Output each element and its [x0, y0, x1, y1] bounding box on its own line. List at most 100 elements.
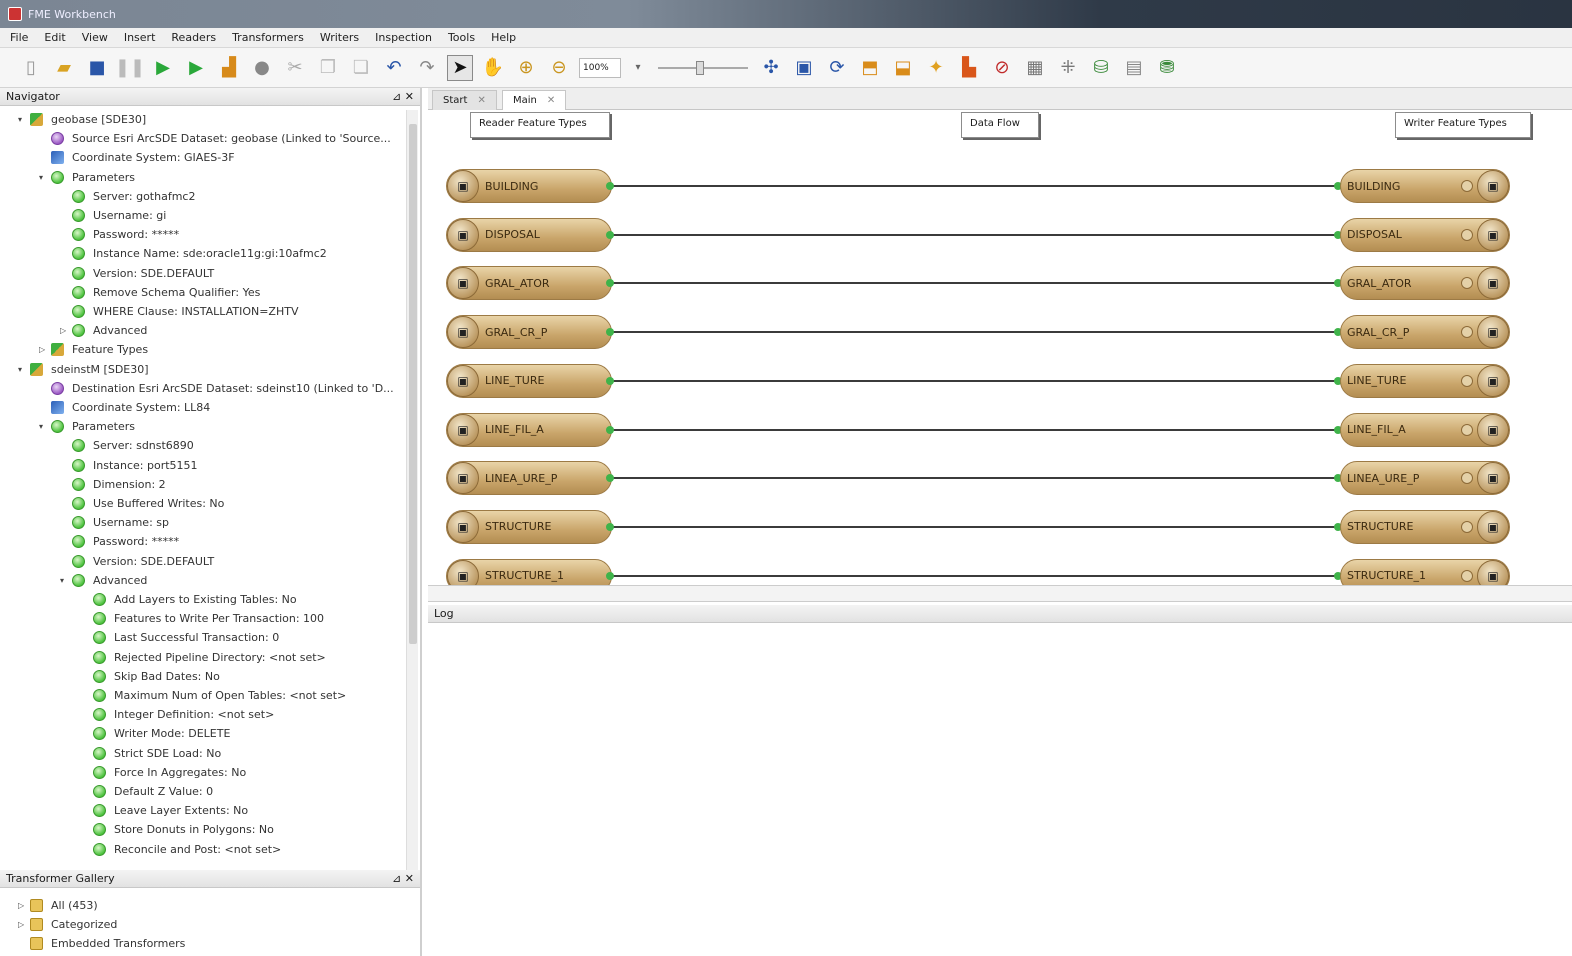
gallery-item-embedded[interactable]: Embedded Transformers	[18, 934, 185, 953]
expand-icon[interactable]: ▷	[18, 920, 28, 929]
tab-start[interactable]: Start ✕	[432, 90, 497, 110]
navigator-scroll-thumb[interactable]	[409, 124, 417, 644]
close-icon[interactable]: ✕	[477, 95, 485, 106]
refresh-view-icon[interactable]: ⟳	[824, 55, 850, 81]
connection-line[interactable]	[610, 282, 1340, 285]
attribute-toggle-icon[interactable]	[1461, 326, 1473, 339]
menu-tools[interactable]: Tools	[448, 31, 475, 44]
attribute-toggle-icon[interactable]	[1461, 180, 1473, 192]
expand-icon[interactable]: ▾	[18, 365, 28, 374]
tree-node[interactable]: Skip Bad Dates: No	[81, 667, 220, 686]
reader-feature-type[interactable]: ▣ LINE_FIL_A	[446, 412, 612, 447]
tree-node[interactable]: Server: gothafmc2	[60, 187, 195, 206]
open-folder-icon[interactable]: ▰	[51, 55, 77, 81]
tree-node[interactable]: Features to Write Per Transaction: 100	[81, 609, 324, 628]
writer-feature-type[interactable]: LINE_TURE ▣	[1340, 363, 1510, 398]
pin-close-icon[interactable]: ⊿ ✕	[392, 88, 414, 106]
connection-start-port[interactable]	[606, 279, 614, 288]
zoom-dropdown-icon[interactable]: ▾	[625, 55, 651, 81]
connection-start-port[interactable]	[606, 376, 614, 385]
tree-node[interactable]: ▾ Advanced	[60, 571, 147, 590]
add-feature-type-icon[interactable]: ▙	[956, 55, 982, 81]
reader-feature-type[interactable]: ▣ LINEA_URE_P	[446, 461, 612, 496]
expand-icon[interactable]: ▷	[39, 345, 49, 354]
expand-icon[interactable]: ▾	[39, 173, 49, 182]
menu-inspection[interactable]: Inspection	[375, 31, 432, 44]
connection-start-port[interactable]	[606, 328, 614, 337]
attribute-toggle-icon[interactable]	[1461, 472, 1473, 485]
menu-insert[interactable]: Insert	[124, 31, 156, 44]
connection-start-port[interactable]	[606, 425, 614, 434]
writer-feature-type[interactable]: STRUCTURE ▣	[1340, 509, 1510, 544]
reader-feature-type[interactable]: ▣ STRUCTURE_1	[446, 558, 612, 585]
tree-node[interactable]: Password: *****	[60, 532, 179, 551]
add-transformer-icon[interactable]: ✦	[923, 55, 949, 81]
copy-icon[interactable]: ❐	[315, 55, 341, 81]
reader-feature-type[interactable]: ▣ GRAL_ATOR	[446, 266, 612, 301]
writer-feature-type[interactable]: GRAL_ATOR ▣	[1340, 266, 1510, 301]
tree-node[interactable]: Username: sp	[60, 513, 169, 532]
new-file-icon[interactable]: ▯	[18, 55, 44, 81]
tree-node[interactable]: Coordinate System: GIAES-3F	[39, 148, 235, 167]
zoom-slider[interactable]	[658, 58, 748, 78]
tree-node[interactable]: Maximum Num of Open Tables: <not set>	[81, 686, 346, 705]
select-pointer-icon[interactable]: ➤	[447, 54, 473, 81]
tree-node[interactable]: Source Esri ArcSDE Dataset: geobase (Lin…	[39, 129, 391, 148]
tree-node[interactable]: Version: SDE.DEFAULT	[60, 552, 214, 571]
reader-feature-type[interactable]: ▣ DISPOSAL	[446, 217, 612, 252]
zoom-slider-knob[interactable]	[696, 60, 704, 75]
tree-node[interactable]: Version: SDE.DEFAULT	[60, 264, 214, 283]
tree-node[interactable]: Coordinate System: LL84	[39, 398, 210, 417]
gallery-item-categorized[interactable]: ▷ Categorized	[18, 915, 117, 934]
tree-node[interactable]: WHERE Clause: INSTALLATION=ZHTV	[60, 302, 298, 321]
tree-node[interactable]: Default Z Value: 0	[81, 782, 213, 801]
link-icon[interactable]: ⊘	[989, 55, 1015, 81]
writer-feature-type[interactable]: DISPOSAL ▣	[1340, 217, 1510, 252]
gallery-pin-close-icon[interactable]: ⊿ ✕	[392, 870, 414, 888]
connection-start-port[interactable]	[606, 474, 614, 483]
attribute-toggle-icon[interactable]	[1461, 277, 1473, 290]
align-icon[interactable]: ▦	[1022, 55, 1048, 81]
tree-node[interactable]: Dimension: 2	[60, 475, 166, 494]
writer-feature-type[interactable]: GRAL_CR_P ▣	[1340, 315, 1510, 350]
tree-node[interactable]: Instance: port5151	[60, 456, 198, 475]
distribute-icon[interactable]: ⁜	[1055, 55, 1081, 81]
add-writer-icon[interactable]: ⬓	[890, 55, 916, 81]
connection-start-port[interactable]	[606, 571, 614, 580]
run-to-icon[interactable]: ▶	[183, 55, 209, 81]
workspace-canvas[interactable]: Reader Feature Types Data Flow Writer Fe…	[428, 110, 1572, 586]
cut-icon[interactable]: ✂	[282, 55, 308, 81]
connection-start-port[interactable]	[606, 182, 614, 190]
writer-feature-type[interactable]: STRUCTURE_1 ▣	[1340, 558, 1510, 585]
feature-inspector-icon[interactable]: ⛃	[1154, 55, 1180, 81]
redo-icon[interactable]: ↷	[414, 55, 440, 81]
tab-main[interactable]: Main ✕	[502, 90, 567, 110]
tree-node[interactable]: Integer Definition: <not set>	[81, 705, 274, 724]
menu-writers[interactable]: Writers	[320, 31, 359, 44]
tree-node[interactable]: Leave Layer Extents: No	[81, 801, 248, 820]
menu-readers[interactable]: Readers	[171, 31, 216, 44]
expand-icon[interactable]: ▷	[18, 901, 28, 910]
pan-hand-icon[interactable]: ✋	[480, 55, 506, 81]
reader-feature-type[interactable]: ▣ STRUCTURE	[446, 509, 612, 544]
menu-help[interactable]: Help	[491, 31, 516, 44]
save-icon[interactable]: ■	[84, 55, 110, 81]
tree-node[interactable]: Add Layers to Existing Tables: No	[81, 590, 297, 609]
menu-view[interactable]: View	[82, 31, 108, 44]
zoom-fit-icon[interactable]: ✣	[758, 55, 784, 81]
expand-icon[interactable]: ▾	[60, 576, 70, 585]
tree-node[interactable]: ▾ geobase [SDE30]	[18, 110, 146, 129]
paste-icon[interactable]: ❏	[348, 55, 374, 81]
connection-line[interactable]	[610, 428, 1340, 431]
reader-feature-type[interactable]: ▣ BUILDING	[446, 169, 612, 203]
settings-icon[interactable]: ⛁	[1088, 55, 1114, 81]
pause-icon[interactable]: ❚❚	[115, 55, 145, 81]
tree-node[interactable]: Use Buffered Writes: No	[60, 494, 224, 513]
tree-node[interactable]: Instance Name: sde:oracle11g:gi:10afmc2	[60, 244, 327, 263]
attribute-toggle-icon[interactable]	[1461, 228, 1473, 241]
connection-line[interactable]	[610, 233, 1340, 236]
undo-icon[interactable]: ↶	[381, 55, 407, 81]
attribute-toggle-icon[interactable]	[1461, 423, 1473, 436]
tree-node[interactable]: Username: gi	[60, 206, 166, 225]
tree-node[interactable]: ▷ Advanced	[60, 321, 147, 340]
